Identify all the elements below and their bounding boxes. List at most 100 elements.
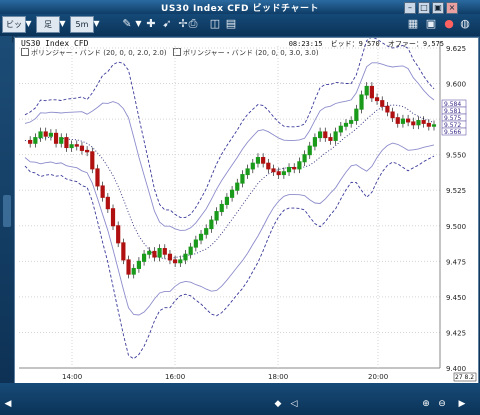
alert-icon[interactable]: ◍: [458, 17, 472, 31]
candle-up: [302, 154, 307, 163]
candle-down: [328, 137, 333, 141]
indicator-checkbox[interactable]: [21, 48, 29, 56]
y-tick-label: 9.625: [446, 45, 466, 53]
candle-up: [209, 219, 214, 230]
y-tick-label: 9.500: [446, 223, 466, 231]
zoom-out-icon[interactable]: ⊖: [436, 399, 448, 410]
x-tick-label: 14:00: [62, 373, 82, 381]
candle-up: [281, 171, 286, 176]
candle-down: [126, 259, 131, 275]
candle-up: [198, 233, 204, 241]
camera-icon[interactable]: ◫: [208, 17, 222, 31]
candle-up: [204, 228, 209, 235]
offer-value: 9,575: [422, 40, 444, 48]
scroll-left-button[interactable]: ◀: [2, 399, 14, 410]
title-bar: US30 Index CFD ビッドチャート – □ ▣ ×: [0, 0, 480, 14]
price-type-dropdown-arrow[interactable]: ▼: [24, 16, 33, 31]
panel-collapse-handle[interactable]: [3, 195, 11, 227]
bollinger-upper-3: [24, 38, 435, 218]
candle-down: [369, 85, 374, 99]
window-restore-button[interactable]: ▣: [432, 2, 444, 14]
layout-icon[interactable]: ▦: [406, 17, 420, 31]
window-maximize-button[interactable]: □: [418, 2, 430, 14]
candle-up: [131, 267, 136, 275]
indicator-bollinger-3[interactable]: ボリンジャー・バンド (20, 0, 0, 3.0, 3.0): [173, 48, 319, 58]
candle-up: [400, 118, 406, 124]
help-icon[interactable]: ●: [442, 17, 456, 31]
bollinger-upper-2: [24, 62, 435, 231]
candle-down: [43, 131, 48, 137]
bid-label: ビッド：: [330, 40, 359, 48]
candle-up: [416, 120, 421, 126]
chart-type-dropdown-arrow[interactable]: ▼: [58, 16, 67, 31]
chart-type-select[interactable]: 足: [36, 16, 60, 33]
candle-down: [426, 122, 431, 127]
candle-up: [193, 239, 198, 248]
candle-down: [90, 151, 95, 170]
candle-down: [105, 196, 110, 210]
candle-up: [349, 120, 354, 124]
candle-down: [95, 168, 100, 187]
timeframe-dropdown-arrow[interactable]: ▼: [92, 16, 101, 31]
price-marker-box: [441, 106, 467, 115]
scroll-start-button[interactable]: ◆: [272, 399, 284, 410]
candle-down: [292, 166, 297, 170]
y-tick-label: 9.450: [446, 294, 466, 302]
price-marker-box: [441, 120, 467, 129]
candle-down: [266, 162, 271, 170]
candle-down: [380, 100, 385, 107]
bollinger-mid-line: [24, 104, 435, 260]
candle-down: [110, 208, 116, 227]
candle-up: [48, 132, 53, 137]
candle-up: [240, 174, 245, 184]
candle-down: [74, 144, 79, 147]
timeframe-select[interactable]: 5m: [70, 16, 94, 33]
print-icon[interactable]: ⎙: [186, 17, 200, 31]
window-minimize-button[interactable]: –: [404, 2, 416, 14]
cursor-icon[interactable]: ➹: [160, 17, 174, 31]
x-tick-label: 16:00: [165, 373, 185, 381]
price-marker-label: 9.581: [444, 108, 461, 115]
zoom-in-icon[interactable]: ⊕: [420, 399, 432, 410]
candle-up: [297, 161, 302, 170]
indicator-label: ボリンジャー・バンド (20, 0, 0, 3.0, 3.0): [183, 49, 319, 57]
candle-up: [224, 196, 230, 205]
quote-time: 08:23:15: [288, 40, 323, 48]
candle-up: [69, 144, 74, 149]
scroll-right-button[interactable]: ▶: [456, 399, 468, 410]
candle-up: [136, 260, 141, 269]
candle-up: [178, 259, 183, 264]
draw-line-icon[interactable]: ✎: [120, 17, 134, 31]
offer-label: オファー：: [387, 40, 423, 48]
price-marker-label: 9.566: [444, 129, 461, 136]
close-marker-box: [453, 372, 477, 382]
candle-up: [312, 137, 318, 147]
pin-icon[interactable]: ✚: [144, 17, 158, 31]
indicator-bollinger-2[interactable]: ボリンジャー・バンド (20, 0, 0, 2.0, 2.0): [21, 48, 167, 58]
draw-line-dropdown-arrow[interactable]: ▼: [134, 16, 143, 31]
candle-down: [374, 97, 380, 102]
price-type-select[interactable]: ビッド: [2, 16, 26, 44]
candle-down: [421, 120, 426, 124]
window-close-button[interactable]: ×: [446, 2, 458, 14]
candle-up: [59, 137, 64, 144]
candle-down: [261, 157, 266, 164]
y-tick-label: 9.425: [446, 329, 466, 337]
candle-up: [141, 253, 147, 262]
candle-up: [147, 250, 152, 255]
candle-down: [79, 145, 85, 151]
candle-down: [152, 250, 157, 258]
candle-down: [121, 242, 126, 261]
candle-up: [364, 85, 369, 96]
candle-down: [116, 225, 121, 244]
scroll-back-button[interactable]: ◁: [288, 399, 300, 410]
candle-up: [245, 168, 250, 176]
candle-down: [85, 149, 90, 153]
candle-up: [255, 157, 261, 164]
indicator-checkbox[interactable]: [173, 48, 181, 56]
candle-down: [323, 131, 328, 139]
candle-up: [214, 211, 219, 221]
price-marker-label: 9.584: [444, 101, 461, 108]
settings-icon[interactable]: ▣: [424, 17, 438, 31]
save-icon[interactable]: ▤: [224, 17, 238, 31]
